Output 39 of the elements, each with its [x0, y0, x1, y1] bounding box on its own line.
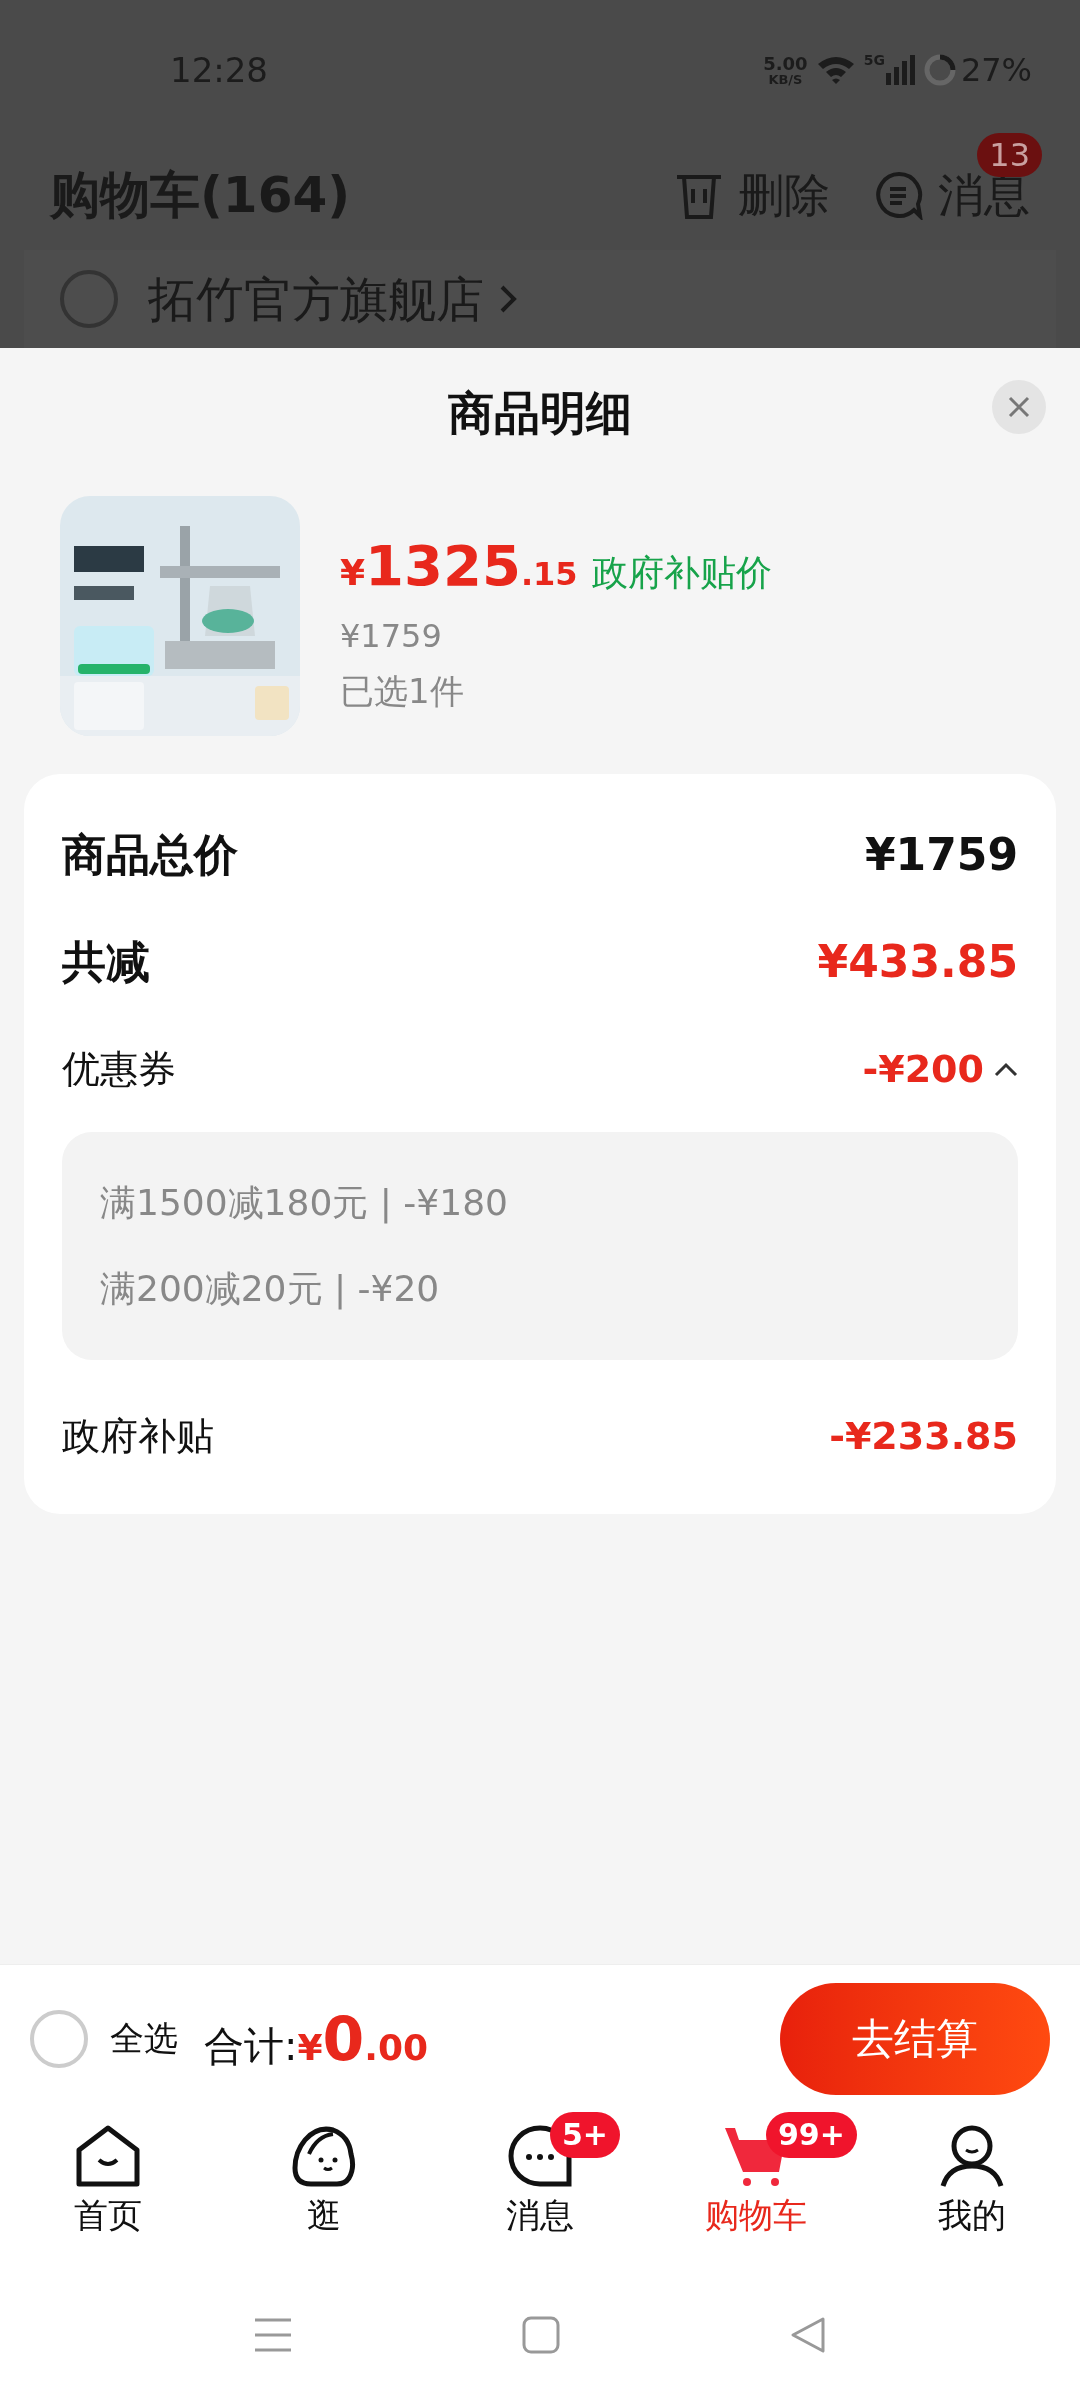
person-icon — [939, 2124, 1005, 2188]
subsidy-value: -¥233.85 — [829, 1412, 1018, 1460]
nav-tab[interactable]: 我的 — [864, 2112, 1080, 2270]
chat-bubble-icon — [874, 170, 924, 220]
notification-badge: 13 — [977, 132, 1042, 177]
coupon-detail: 满200减20元 | -¥20 — [100, 1267, 441, 1312]
close-icon — [1007, 395, 1031, 419]
coupon-label: 优惠券 — [62, 1045, 176, 1093]
coupon-toggle[interactable]: -¥200 — [862, 1040, 1018, 1098]
home-icon[interactable] — [522, 2316, 560, 2354]
menu-icon[interactable] — [254, 2317, 292, 2353]
back-icon[interactable] — [790, 2316, 826, 2354]
checkout-button[interactable]: 去结算 — [780, 1982, 1050, 2095]
store-checkbox[interactable] — [60, 270, 118, 328]
nav-tab[interactable]: 购物车 99+ — [648, 2112, 864, 2270]
notification-badge: 5+ — [550, 2112, 620, 2158]
nav-tab[interactable]: 消息 5+ — [432, 2112, 648, 2270]
signal-icon — [884, 55, 915, 85]
discount-value: ¥433.85 — [817, 935, 1018, 989]
total-value: ¥1759 — [864, 828, 1018, 882]
notification-badge: 99+ — [766, 2112, 857, 2158]
house-icon — [75, 2124, 141, 2188]
nav-tab[interactable]: 逛 — [216, 2112, 432, 2270]
discount-label: 共减 — [62, 935, 150, 989]
sheet-title: 商品明细 — [448, 384, 632, 442]
coupon-detail: 满1500减180元 | -¥180 — [100, 1181, 509, 1226]
original-price: ¥1759 — [340, 616, 443, 657]
subsidy-label: 政府补贴 — [62, 1412, 214, 1460]
nav-tab[interactable]: 首页 — [0, 2112, 216, 2270]
sale-price: ¥1325.15 — [340, 532, 578, 600]
price-tag: 政府补贴价 — [591, 546, 772, 600]
chevron-right-icon — [498, 283, 518, 315]
select-all-checkbox[interactable]: 全选 — [30, 2009, 178, 2068]
cart-total: 合计:¥0.00 — [204, 2002, 429, 2076]
selected-count: 已选1件 — [340, 670, 465, 713]
smiling-blob-icon — [291, 2124, 357, 2188]
battery-icon — [922, 53, 957, 87]
close-button[interactable] — [992, 380, 1046, 434]
total-label: 商品总价 — [62, 828, 238, 882]
